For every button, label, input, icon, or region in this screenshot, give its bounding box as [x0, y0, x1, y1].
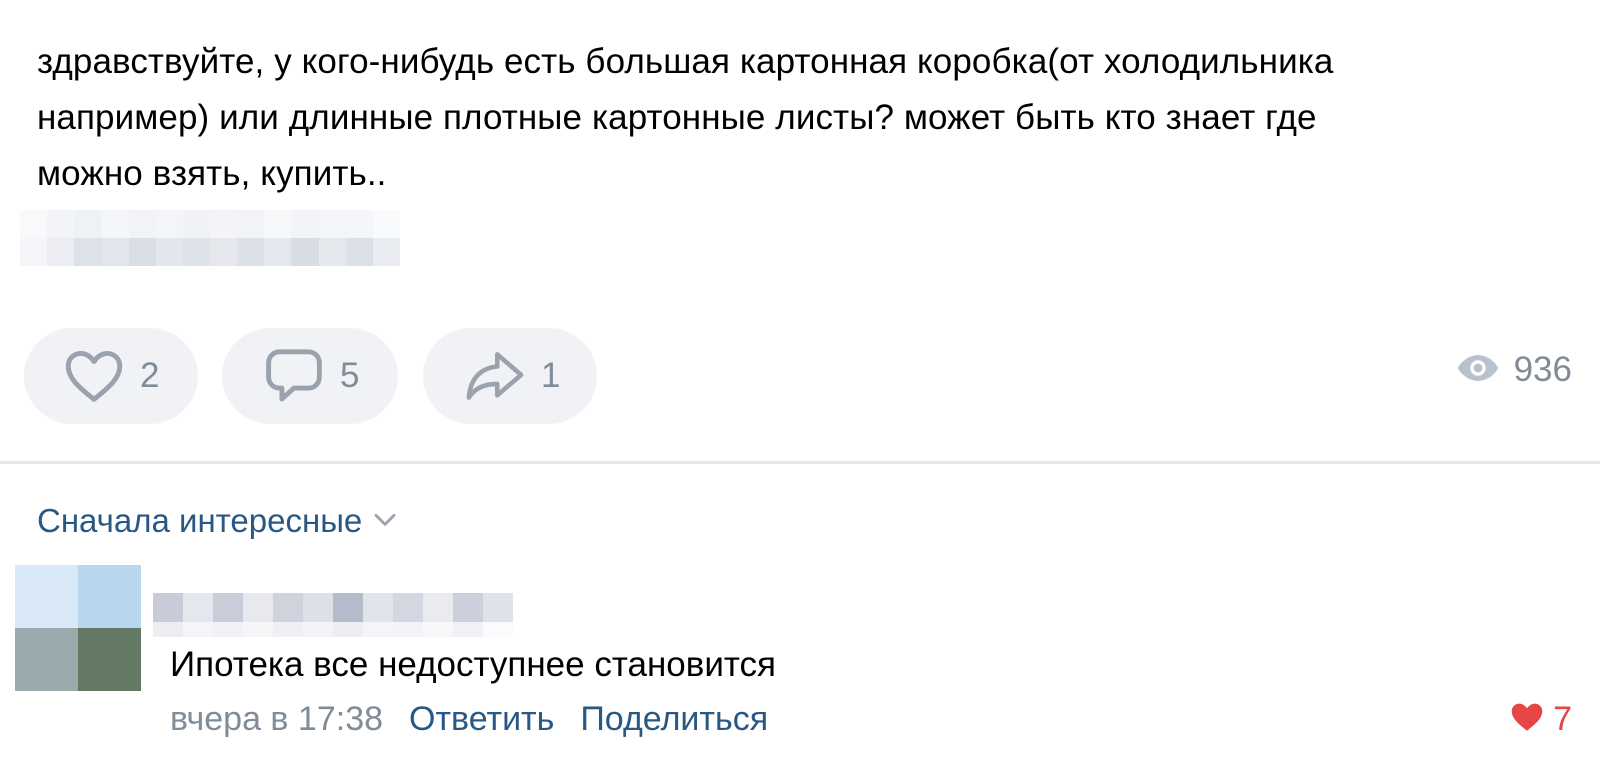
like-button[interactable]: 2 — [24, 328, 198, 424]
views-counter: 936 — [1456, 350, 1572, 390]
chevron-down-icon — [372, 510, 398, 533]
eye-icon — [1456, 353, 1500, 388]
blurred-author-name[interactable] — [153, 593, 513, 637]
comments-sort-dropdown[interactable]: Сначала интересные — [37, 502, 398, 540]
share-comment-link[interactable]: Поделиться — [580, 700, 768, 739]
share-arrow-icon — [463, 344, 527, 408]
reply-link[interactable]: Ответить — [409, 700, 554, 739]
views-count: 936 — [1513, 350, 1572, 389]
avatar[interactable] — [15, 565, 141, 691]
heart-filled-icon — [1509, 701, 1545, 738]
comment-count: 5 — [340, 356, 360, 395]
comment-button[interactable]: 5 — [222, 328, 398, 424]
comment-date[interactable]: вчера в 17:38 — [170, 700, 383, 739]
post: здравствуйте, у кого-нибудь есть большая… — [0, 0, 1600, 462]
share-count: 1 — [541, 356, 561, 395]
comment-icon — [262, 344, 326, 408]
like-count: 2 — [140, 356, 160, 395]
divider — [0, 461, 1600, 464]
comment-text: Ипотека все недоступнее становится — [170, 645, 776, 684]
comment-like-count: 7 — [1553, 700, 1572, 738]
blurred-post-attachment — [20, 210, 400, 266]
share-button[interactable]: 1 — [423, 328, 597, 424]
sort-label: Сначала интересные — [37, 502, 363, 539]
comment-meta: вчера в 17:38 Ответить Поделиться — [170, 700, 768, 739]
comment-item: Ипотека все недоступнее становится вчера… — [0, 565, 1600, 759]
heart-outline-icon — [62, 344, 126, 408]
comment-like-button[interactable]: 7 — [1509, 700, 1572, 739]
post-text: здравствуйте, у кого-нибудь есть большая… — [37, 42, 1334, 193]
